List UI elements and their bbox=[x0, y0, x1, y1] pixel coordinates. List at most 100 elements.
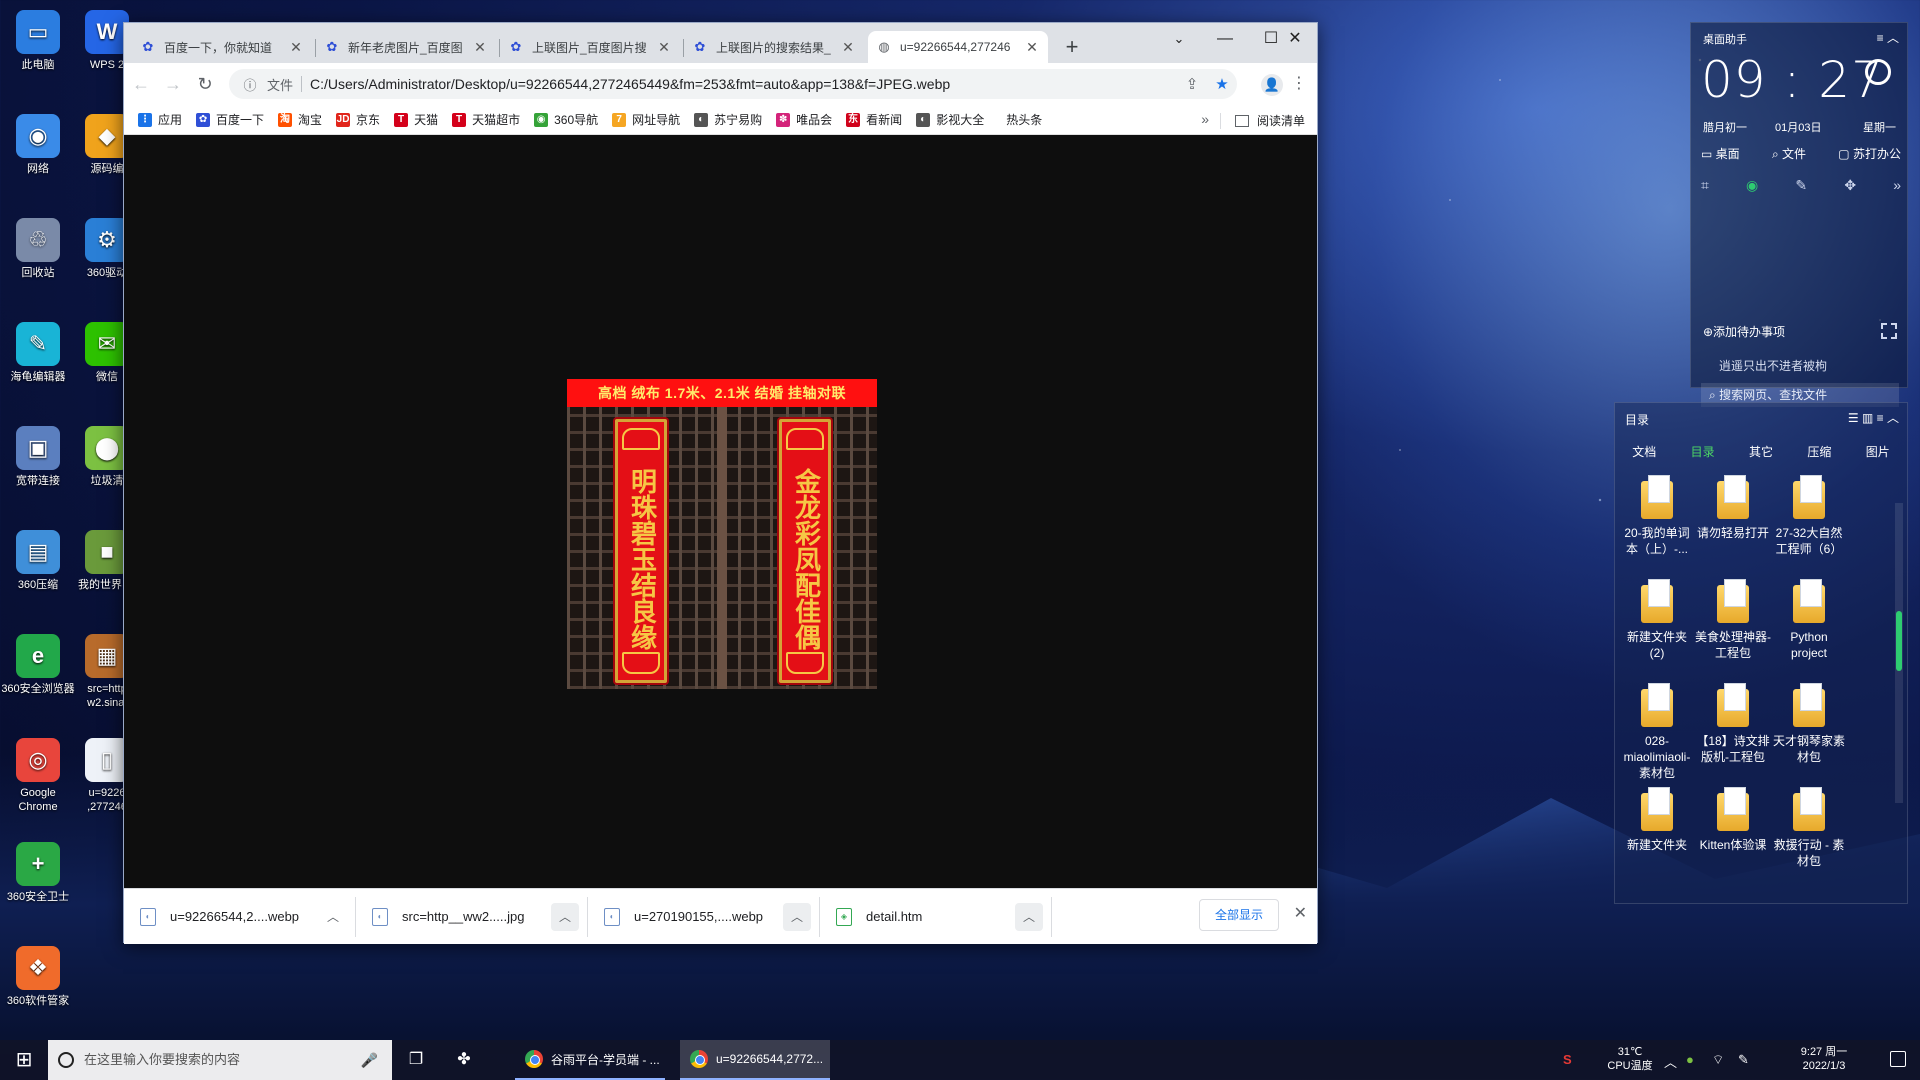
folder-item[interactable]: 请勿轻易打开 bbox=[1695, 475, 1771, 579]
notification-center-icon[interactable] bbox=[1890, 1051, 1906, 1067]
soda-office-action[interactable]: ▢ 苏打办公 bbox=[1838, 145, 1901, 162]
desktop-icon[interactable]: ❖ 360软件管家 bbox=[1, 946, 75, 1008]
show-all-downloads-button[interactable]: 全部显示 bbox=[1199, 899, 1279, 931]
desktop-icon[interactable]: ▣ 宽带连接 bbox=[1, 426, 75, 488]
tab-close-icon[interactable]: ✕ bbox=[840, 39, 856, 56]
desktop-icon[interactable]: ◎ Google Chrome bbox=[1, 738, 75, 814]
folder-item[interactable]: 27-32大自然工程师（6） bbox=[1771, 475, 1847, 579]
back-arrow-icon[interactable]: ← bbox=[126, 69, 156, 99]
folder-item[interactable]: 20-我的单词本（上）-... bbox=[1619, 475, 1695, 579]
move-icon[interactable]: ✥ bbox=[1844, 177, 1856, 194]
chevron-up-icon[interactable]: ︿ bbox=[1015, 902, 1043, 931]
tray-expand-chevron-icon[interactable]: ︿ bbox=[1664, 1052, 1677, 1071]
tab-close-icon[interactable]: ✕ bbox=[288, 39, 304, 56]
bookmark-item[interactable]: 热头条 bbox=[1006, 111, 1042, 128]
info-icon[interactable]: ⓘ bbox=[241, 75, 259, 94]
wifi-icon[interactable]: ⌔ bbox=[1712, 1052, 1724, 1068]
directory-tab[interactable]: 目录 bbox=[1691, 443, 1715, 460]
add-todo-button[interactable]: ⊕添加待办事项 bbox=[1703, 323, 1785, 340]
taskbar-app-chrome-1[interactable]: 谷雨平台-学员端 - ... bbox=[515, 1040, 665, 1080]
profile-avatar-icon[interactable]: 👤 bbox=[1261, 74, 1283, 96]
desktop-icon[interactable]: ▭ 此电脑 bbox=[1, 10, 75, 72]
close-download-shelf-icon[interactable]: ✕ bbox=[1294, 903, 1307, 923]
reload-icon[interactable]: ↻ bbox=[190, 69, 220, 99]
expand-icon[interactable]: » bbox=[1893, 177, 1901, 194]
bookmark-star-icon[interactable]: ★ bbox=[1207, 75, 1237, 93]
chevron-up-icon[interactable]: ︿ bbox=[551, 902, 579, 931]
folder-item[interactable]: 救援行动 - 素材包 bbox=[1771, 787, 1847, 891]
tab-baidu[interactable]: ✿ 百度一下，你就知道 ✕ bbox=[132, 31, 312, 63]
crop-icon[interactable]: ⌗ bbox=[1701, 177, 1709, 194]
bookmark-item[interactable]: T 天猫 bbox=[394, 111, 438, 128]
sogou-ime-icon[interactable]: S bbox=[1563, 1052, 1572, 1067]
minimize-button[interactable]: — bbox=[1202, 23, 1248, 55]
couplet-product-image[interactable]: 高档 绒布 1.7米、2.1米 结婚 挂轴对联 明珠碧玉结良缘 金龙彩凤配佳偶 bbox=[567, 379, 877, 689]
desktop-icon[interactable]: ◉ 网络 bbox=[1, 114, 75, 176]
tab-search-chevron-icon[interactable]: ⌄ bbox=[1156, 23, 1202, 55]
desktop-icon[interactable]: +360安全卫士 bbox=[1, 842, 75, 904]
folder-item[interactable]: 新建文件夹 bbox=[1619, 787, 1695, 891]
bookmark-item[interactable]: 东看新闻 bbox=[846, 111, 902, 128]
taskbar-clock[interactable]: 9:27 周一 2022/1/3 bbox=[1774, 1045, 1874, 1080]
bookmark-item[interactable]: 淘淘宝 bbox=[278, 111, 322, 128]
bookmark-item[interactable]: 7 网址导航 bbox=[612, 111, 680, 128]
directory-tab[interactable]: 文档 bbox=[1632, 443, 1656, 460]
sun-weather-icon[interactable] bbox=[1865, 59, 1891, 85]
url-text[interactable]: C:/Users/Administrator/Desktop/u=9226654… bbox=[310, 76, 1177, 92]
scrollbar[interactable] bbox=[1895, 503, 1903, 803]
taskbar-app-chrome-2[interactable]: u=92266544,2772... bbox=[680, 1040, 830, 1080]
download-item[interactable]: ◐ u=270190155,....webp ︿ bbox=[588, 896, 820, 937]
security-tray-icon[interactable]: ● bbox=[1686, 1052, 1694, 1067]
folder-item[interactable]: 天才钢琴家素材包 bbox=[1771, 683, 1847, 787]
taskbar-search-input[interactable]: 在这里输入你要搜索的内容 🎤 bbox=[48, 1040, 392, 1080]
folder-item[interactable]: Python project bbox=[1771, 579, 1847, 683]
download-item[interactable]: ◐ src=http__ww2.....jpg ︿ bbox=[356, 896, 588, 937]
chevron-up-icon[interactable]: ︿ bbox=[319, 903, 347, 931]
cpu-temperature[interactable]: 31℃ CPU温度 bbox=[1598, 1045, 1662, 1080]
close-window-button[interactable]: ✕ bbox=[1272, 23, 1318, 55]
forward-arrow-icon[interactable]: → bbox=[158, 69, 188, 99]
download-item[interactable]: ◐ u=92266544,2....webp ︿ bbox=[124, 896, 356, 937]
directory-tab[interactable]: 压缩 bbox=[1807, 443, 1831, 460]
new-tab-button[interactable]: + bbox=[1058, 33, 1086, 61]
widget-menu-icon[interactable]: ≡ ︿ bbox=[1877, 29, 1899, 46]
file-action[interactable]: ⌕ 文件 bbox=[1772, 145, 1806, 162]
folder-item[interactable]: 新建文件夹 (2) bbox=[1619, 579, 1695, 683]
folder-item[interactable]: Kitten体验课 bbox=[1695, 787, 1771, 891]
bookmark-item[interactable]: JD 京东 bbox=[336, 111, 380, 128]
bookmark-item[interactable]: ✿ 百度一下 bbox=[196, 111, 264, 128]
menu-kebab-icon[interactable]: ⋮ bbox=[1289, 73, 1309, 93]
tab-active-webp[interactable]: ◍ u=92266544,277246 ✕ bbox=[868, 31, 1048, 63]
tab-close-icon[interactable]: ✕ bbox=[472, 39, 488, 56]
folder-item[interactable]: 028-miaolimiaoli-素材包 bbox=[1619, 683, 1695, 787]
tab-close-icon[interactable]: ✕ bbox=[656, 39, 672, 56]
microphone-icon[interactable]: 🎤 bbox=[361, 1040, 378, 1080]
folder-item[interactable]: 美食处理神器-工程包 bbox=[1695, 579, 1771, 683]
reading-list-button[interactable]: 阅读清单 bbox=[1234, 112, 1305, 129]
directory-tab[interactable]: 其它 bbox=[1749, 443, 1773, 460]
tab-couplet-images[interactable]: ✿ 上联图片_百度图片搜 ✕ bbox=[500, 31, 680, 63]
bookmark-item[interactable]: ✽ 唯品会 bbox=[776, 111, 832, 128]
tab-close-icon[interactable]: ✕ bbox=[1024, 39, 1040, 56]
chevron-up-icon[interactable]: ︿ bbox=[783, 902, 811, 931]
bookmark-item[interactable]: ⋮ 应用 bbox=[138, 111, 182, 128]
share-icon[interactable]: ⇪ bbox=[1177, 75, 1207, 93]
desktop-action[interactable]: ▭ 桌面 bbox=[1701, 145, 1740, 162]
qr-code-icon[interactable] bbox=[1881, 323, 1897, 339]
pinwheel-app-icon[interactable]: ✤ bbox=[440, 1040, 488, 1080]
tab-tiger-images[interactable]: ✿ 新年老虎图片_百度图 ✕ bbox=[316, 31, 496, 63]
download-item[interactable]: ◈ detail.htm ︿ bbox=[820, 896, 1052, 937]
desktop-icon[interactable]: ♲ 回收站 bbox=[1, 218, 75, 280]
task-view-icon[interactable]: ❐ bbox=[392, 1040, 440, 1080]
tab-couplet-search[interactable]: ✿ 上联图片的搜索结果_ ✕ bbox=[684, 31, 864, 63]
widget-menu-icon[interactable]: ☰ ▥ ≡ ︿ bbox=[1848, 409, 1899, 426]
windows-start-icon[interactable]: ⊞ bbox=[0, 1040, 48, 1080]
eye-icon[interactable]: ◉ bbox=[1746, 177, 1758, 194]
bookmark-item[interactable]: T 天猫超市 bbox=[452, 111, 520, 128]
notes-icon[interactable]: ✎ bbox=[1795, 177, 1807, 194]
folder-item[interactable]: 【18】诗文排版机-工程包 bbox=[1695, 683, 1771, 787]
desktop-icon[interactable]: ✎ 海龟编辑器 bbox=[1, 322, 75, 384]
address-bar[interactable]: ⓘ 文件 C:/Users/Administrator/Desktop/u=92… bbox=[229, 69, 1237, 99]
bookmark-item[interactable]: ◉ 360导航 bbox=[534, 111, 598, 128]
desktop-icon[interactable]: e 360安全浏览器 bbox=[1, 634, 75, 696]
